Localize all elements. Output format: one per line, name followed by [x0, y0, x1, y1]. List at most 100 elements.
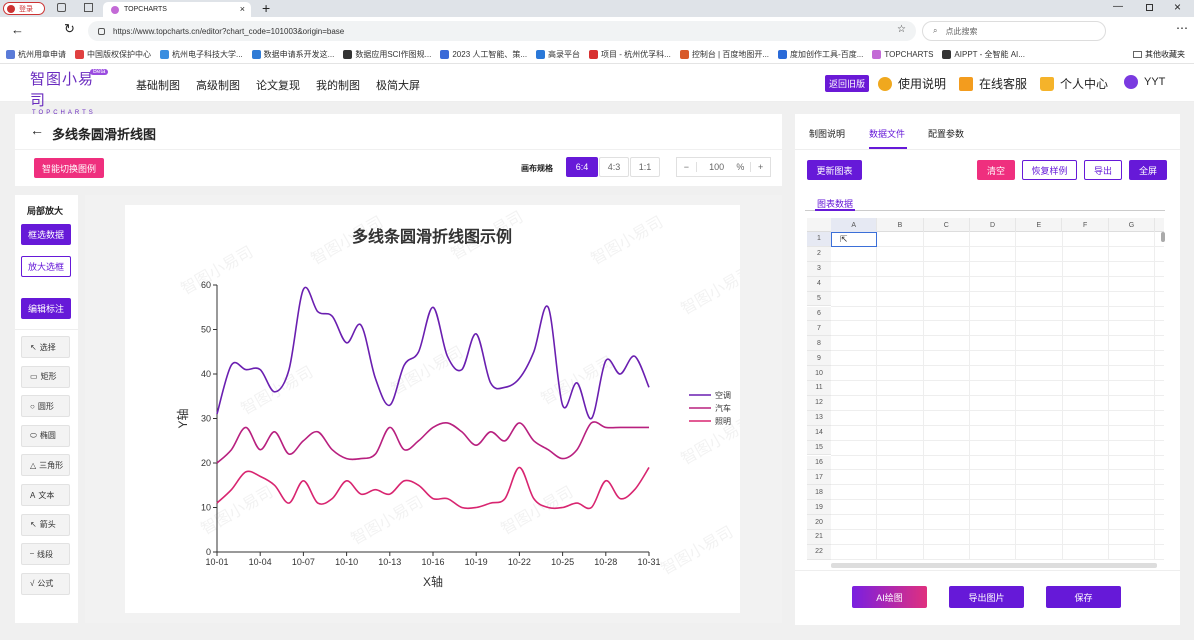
- tool-triangle[interactable]: △ 三角形: [21, 454, 70, 477]
- column-header[interactable]: B: [877, 218, 924, 232]
- bookmark-item[interactable]: AIPPT - 全智能 AI...: [942, 44, 1025, 63]
- row-header[interactable]: 4: [807, 276, 831, 292]
- tool-text[interactable]: A 文本: [21, 484, 70, 506]
- bookmark-item[interactable]: 杭州电子科技大学...: [160, 44, 243, 63]
- row-header[interactable]: 13: [807, 410, 831, 426]
- column-header[interactable]: D: [970, 218, 1017, 232]
- tool-line[interactable]: ⎯ 线段: [21, 543, 70, 566]
- tool-circle[interactable]: ○ 圆形: [21, 395, 70, 418]
- horizontal-scrollbar[interactable]: [831, 563, 1157, 568]
- row-header[interactable]: 7: [807, 321, 831, 337]
- bookmark-item[interactable]: 控制台 | 百度地图开...: [679, 44, 769, 63]
- row-header[interactable]: 19: [807, 500, 831, 516]
- bookmark-folder[interactable]: 其他收藏夹: [1133, 44, 1185, 63]
- column-header[interactable]: E: [1016, 218, 1063, 232]
- row-header[interactable]: 22: [807, 544, 831, 560]
- bookmark-item[interactable]: 中国版权保护中心: [75, 44, 151, 63]
- column-header[interactable]: G: [1109, 218, 1156, 232]
- browser-search-box[interactable]: ⌕ 点此搜索: [922, 21, 1106, 41]
- fullscreen-button[interactable]: 全屏: [1129, 160, 1167, 180]
- close-window-icon[interactable]: ×: [1174, 0, 1181, 14]
- vertical-scrollbar[interactable]: [1161, 232, 1165, 242]
- address-bar[interactable]: https://www.topcharts.cn/editor?chart_co…: [88, 21, 916, 41]
- row-header[interactable]: 10: [807, 366, 831, 381]
- ratio-1-1-button[interactable]: 1:1: [630, 157, 660, 177]
- user-menu[interactable]: YYT: [1124, 75, 1165, 89]
- nav-basic-chart[interactable]: 基础制图: [136, 77, 180, 93]
- row-header[interactable]: 21: [807, 530, 831, 545]
- ratio-4-3-button[interactable]: 4:3: [599, 157, 629, 177]
- row-header[interactable]: 16: [807, 455, 831, 471]
- update-chart-button[interactable]: 更新图表: [807, 160, 862, 180]
- tool-formula[interactable]: √ 公式: [21, 572, 70, 595]
- more-menu-icon[interactable]: ⋯: [1176, 21, 1188, 35]
- bookmark-item[interactable]: 数据应用SCI作图规...: [343, 44, 431, 63]
- bookmark-item[interactable]: 杭州用章申请: [6, 44, 66, 63]
- nav-paper-reproduce[interactable]: 论文复现: [256, 77, 300, 93]
- new-tab-icon[interactable]: +: [262, 0, 270, 16]
- browser-tab-active[interactable]: TOPCHARTS ×: [103, 2, 251, 17]
- close-tab-icon[interactable]: ×: [240, 4, 245, 14]
- bookmark-item[interactable]: 度加创作工具-百度...: [778, 44, 863, 63]
- help-link[interactable]: 使用说明: [878, 75, 946, 92]
- zoom-value[interactable]: 100: [697, 162, 737, 172]
- ai-draw-button[interactable]: AI绘图: [852, 586, 927, 608]
- bookmark-item[interactable]: 项目 - 杭州优孚科...: [589, 44, 671, 63]
- smart-switch-legend-button[interactable]: 智能切换图例: [34, 158, 104, 178]
- tab-data-file[interactable]: 数据文件: [869, 127, 905, 140]
- row-header[interactable]: 6: [807, 306, 831, 322]
- zoom-frame-button[interactable]: 放大选框: [21, 256, 71, 277]
- bookmark-item[interactable]: 高录平台: [536, 44, 580, 63]
- tab-chart-instructions[interactable]: 制图说明: [809, 127, 845, 140]
- nav-advanced-chart[interactable]: 高级制图: [196, 77, 240, 93]
- tab-actions-icon[interactable]: [57, 3, 66, 12]
- row-header[interactable]: 8: [807, 336, 831, 352]
- bookmark-item[interactable]: 2023 人工智能、策...: [440, 44, 527, 63]
- row-header[interactable]: 18: [807, 485, 831, 501]
- back-icon[interactable]: ←: [11, 22, 24, 37]
- tool-select[interactable]: ↖ 选择: [21, 336, 70, 358]
- row-header[interactable]: 5: [807, 291, 831, 307]
- row-header[interactable]: 17: [807, 470, 831, 486]
- spreadsheet-grid[interactable]: A B C D E F G 1 2 3 4 5 6 7 8 9 10 11 12 13 14 15 16 17 18 19 20 21…: [807, 218, 1164, 563]
- row-header[interactable]: 11: [807, 381, 831, 396]
- edit-annotation-button[interactable]: 编辑标注: [21, 298, 71, 319]
- back-arrow-icon[interactable]: ←: [30, 122, 44, 138]
- row-header[interactable]: 2: [807, 246, 831, 262]
- row-header[interactable]: 14: [807, 425, 831, 441]
- old-version-button[interactable]: 返回旧版: [825, 75, 869, 92]
- ratio-6-4-button[interactable]: 6:4: [566, 157, 598, 177]
- row-header[interactable]: 15: [807, 440, 831, 456]
- row-header[interactable]: 1: [807, 232, 831, 247]
- app-logo[interactable]: 智图小易司 TOPCHARTS Beta: [30, 68, 109, 116]
- column-header[interactable]: F: [1063, 218, 1109, 232]
- zoom-plus-button[interactable]: +: [750, 162, 770, 172]
- clear-button[interactable]: 清空: [977, 160, 1015, 180]
- bookmark-item[interactable]: 数据申请系开发这...: [251, 44, 334, 63]
- row-header[interactable]: 12: [807, 395, 831, 411]
- restore-sample-button[interactable]: 恢复样例: [1022, 160, 1077, 180]
- favorite-star-icon[interactable]: ☆: [897, 24, 906, 35]
- column-header[interactable]: C: [924, 218, 970, 232]
- personal-center-link[interactable]: 个人中心: [1040, 75, 1108, 92]
- tool-ellipse[interactable]: ⬭ 椭圆: [21, 424, 70, 447]
- nav-my-charts[interactable]: 我的制图: [316, 77, 360, 93]
- export-image-button[interactable]: 导出图片: [949, 586, 1024, 608]
- nav-minimal-screen[interactable]: 极简大屏: [376, 77, 420, 93]
- bookmark-item[interactable]: TOPCHARTS: [872, 44, 933, 63]
- frame-data-button[interactable]: 框选数据: [21, 224, 71, 245]
- maximize-icon[interactable]: [1146, 4, 1153, 11]
- export-button[interactable]: 导出: [1084, 160, 1122, 180]
- selected-cell[interactable]: [831, 232, 878, 247]
- zoom-minus-button[interactable]: −: [677, 162, 697, 172]
- column-header[interactable]: A: [831, 218, 878, 232]
- save-button[interactable]: 保存: [1046, 586, 1121, 608]
- tab-config-params[interactable]: 配置参数: [928, 127, 964, 140]
- row-header[interactable]: 3: [807, 261, 831, 277]
- row-header[interactable]: 20: [807, 515, 831, 530]
- minimize-icon[interactable]: —: [1113, 1, 1123, 12]
- tool-arrow[interactable]: ↖ 箭头: [21, 513, 70, 536]
- online-service-link[interactable]: 在线客服: [959, 75, 1027, 92]
- tab-list-icon[interactable]: [84, 3, 93, 12]
- row-header[interactable]: 9: [807, 351, 831, 367]
